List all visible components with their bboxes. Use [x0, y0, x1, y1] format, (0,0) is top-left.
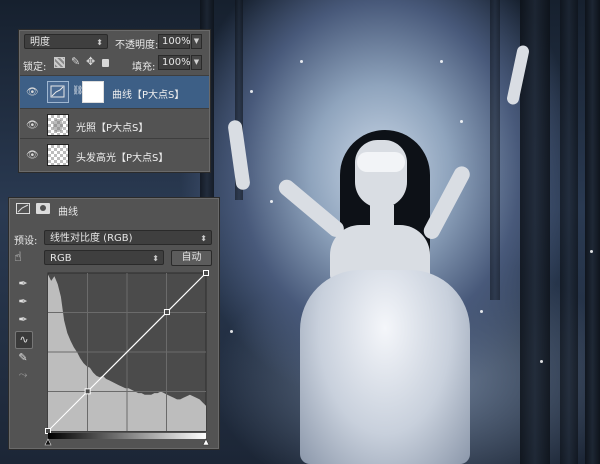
opacity-input[interactable]: 100% [158, 34, 191, 49]
layer-thumbnail [47, 144, 69, 166]
fill-arrow-button[interactable]: ▼ [191, 55, 202, 70]
white-point-slider [202, 438, 210, 446]
eyedropper-black-icon[interactable]: ✒ [15, 276, 31, 292]
mask [357, 152, 405, 172]
channel-value: RGB [50, 253, 72, 264]
layer-thumbnail [47, 114, 69, 136]
chevron-updown-icon: ⬍ [200, 234, 207, 243]
lock-move-icon[interactable]: ✥ [86, 55, 95, 68]
lock-label: 锁定: [23, 62, 47, 73]
layer-name-curves: 曲线【P大点S】 [112, 90, 185, 101]
layer-row-curves[interactable]: 👁 ⛓ 曲线【P大点S】 [20, 75, 209, 108]
opacity-arrow-button[interactable]: ▼ [191, 34, 202, 49]
chevron-updown-icon: ⬍ [152, 254, 159, 263]
eye-icon[interactable]: 👁 [26, 120, 39, 131]
curve-edit-icon[interactable]: ∿ [15, 331, 33, 349]
layer-mask-thumbnail[interactable] [82, 81, 104, 103]
curves-title: 曲线 [58, 207, 78, 218]
pencil-icon[interactable]: ✎ [15, 350, 31, 366]
preset-value: 线性对比度 (RGB) [50, 233, 133, 244]
hand-target-icon[interactable]: ☝ [14, 250, 22, 265]
curves-adjustment-icon [16, 203, 30, 214]
eyedropper-gray-icon[interactable]: ✒ [15, 294, 31, 310]
curve-control-point[interactable] [45, 428, 51, 434]
layer-row-hair-highlight[interactable]: 👁 头发高光【P大点S】 [20, 138, 209, 171]
input-gradient-bar [48, 433, 206, 439]
smooth-icon[interactable]: ⤳ [15, 367, 31, 383]
blend-mode-dropdown[interactable]: 明度 ⬍ [24, 34, 108, 49]
layer-row-lighting[interactable]: 👁 光照【P大点S】 [20, 108, 209, 141]
mask-icon[interactable] [36, 203, 50, 214]
preset-label: 预设: [14, 236, 38, 247]
fill-label: 填充: [132, 62, 156, 73]
preset-dropdown[interactable]: 线性对比度 (RGB) ⬍ [44, 230, 212, 245]
chevron-updown-icon: ⬍ [96, 38, 103, 47]
blend-mode-value: 明度 [30, 37, 50, 48]
curves-graph[interactable] [40, 268, 212, 446]
eye-icon[interactable]: 👁 [26, 150, 39, 161]
lock-all-icon[interactable] [102, 59, 109, 67]
eye-icon[interactable]: 👁 [26, 87, 39, 98]
channel-dropdown[interactable]: RGB ⬍ [44, 250, 164, 265]
curve-control-point[interactable] [163, 309, 170, 316]
fill-input[interactable]: 100% [158, 55, 191, 70]
layer-name-lighting: 光照【P大点S】 [76, 123, 149, 134]
layer-name-hair-highlight: 头发高光【P大点S】 [76, 153, 169, 164]
lock-paint-icon[interactable]: ✎ [71, 55, 80, 68]
eyedropper-white-icon[interactable]: ✒ [15, 312, 31, 328]
opacity-label: 不透明度: [115, 40, 159, 51]
black-point-slider [44, 438, 52, 446]
lock-transparent-icon[interactable] [54, 57, 65, 68]
opacity-value: 100% [162, 36, 191, 47]
curves-adjustment-icon [47, 81, 69, 103]
curve-control-point[interactable] [84, 388, 91, 395]
curve-control-point[interactable] [203, 270, 209, 276]
auto-button[interactable]: 自动 [171, 250, 212, 266]
auto-label: 自动 [181, 252, 202, 263]
fill-value: 100% [162, 57, 191, 68]
